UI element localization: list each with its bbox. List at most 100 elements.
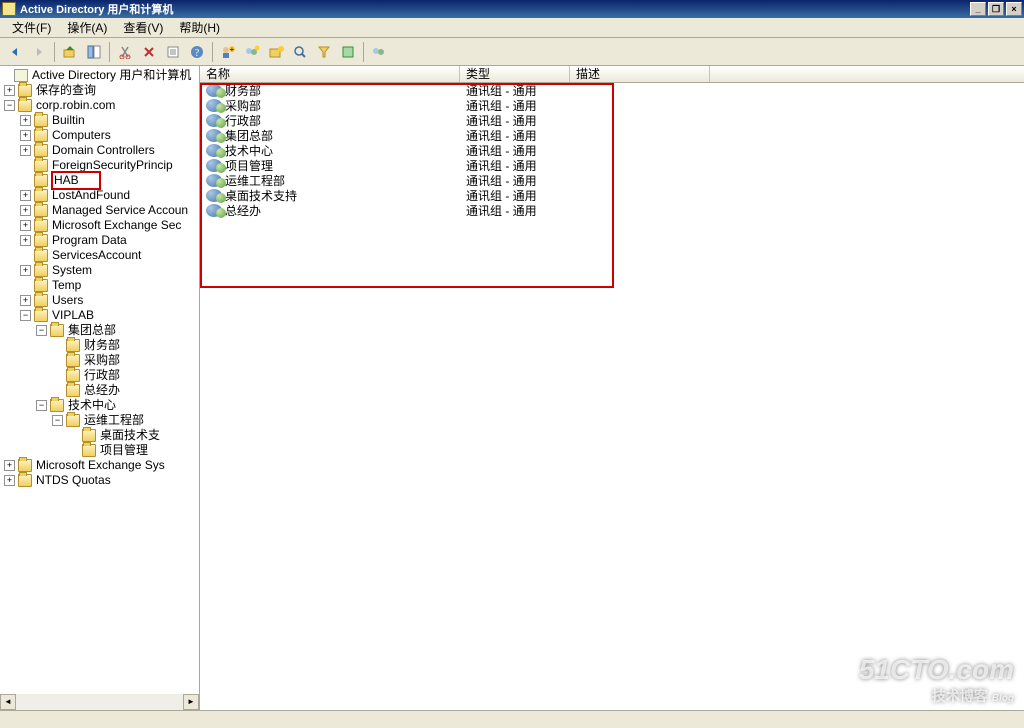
expander-icon[interactable]: − — [52, 415, 63, 426]
refresh-button[interactable] — [337, 41, 359, 63]
group-icon — [206, 84, 222, 97]
window-title: Active Directory 用户和计算机 — [20, 1, 173, 17]
tree-dept-purchase[interactable]: 采购部 — [0, 353, 199, 368]
delete-button[interactable] — [138, 41, 160, 63]
expander-icon[interactable]: + — [20, 115, 31, 126]
menu-file[interactable]: 文件(F) — [4, 17, 59, 38]
svg-text:+: + — [230, 45, 235, 54]
tree-ms-exch-sec[interactable]: +Microsoft Exchange Sec — [0, 218, 199, 233]
list-row[interactable]: 采购部通讯组 - 通用 — [200, 98, 1024, 113]
tree-system[interactable]: +System — [0, 263, 199, 278]
expander-icon[interactable]: − — [4, 100, 15, 111]
tree-managed-svc[interactable]: +Managed Service Accoun — [0, 203, 199, 218]
help-button[interactable]: ? — [186, 41, 208, 63]
expander-icon[interactable]: + — [20, 145, 31, 156]
main-area: Active Directory 用户和计算机 +保存的查询 −corp.rob… — [0, 66, 1024, 710]
folder-icon — [18, 474, 32, 487]
list-row[interactable]: 集团总部通讯组 - 通用 — [200, 128, 1024, 143]
tree-pane[interactable]: Active Directory 用户和计算机 +保存的查询 −corp.rob… — [0, 66, 200, 710]
expander-icon[interactable]: − — [36, 325, 47, 336]
expander-icon[interactable]: + — [20, 190, 31, 201]
list-row[interactable]: 桌面技术支持通讯组 - 通用 — [200, 188, 1024, 203]
expander-icon[interactable]: + — [4, 85, 15, 96]
tree-ntds-quotas[interactable]: +NTDS Quotas — [0, 473, 199, 488]
tree-dept-admin[interactable]: 行政部 — [0, 368, 199, 383]
tree-root[interactable]: Active Directory 用户和计算机 — [0, 68, 199, 83]
list-row[interactable]: 运维工程部通讯组 - 通用 — [200, 173, 1024, 188]
create-ou-button[interactable] — [265, 41, 287, 63]
tree-ms-exch-sys[interactable]: +Microsoft Exchange Sys — [0, 458, 199, 473]
tree-desktop-support[interactable]: 桌面技术支 — [0, 428, 199, 443]
tree-saved-queries[interactable]: +保存的查询 — [0, 83, 199, 98]
list-row[interactable]: 行政部通讯组 - 通用 — [200, 113, 1024, 128]
tree-dept-finance[interactable]: 财务部 — [0, 338, 199, 353]
expander-icon[interactable]: + — [20, 220, 31, 231]
list-row[interactable]: 技术中心通讯组 - 通用 — [200, 143, 1024, 158]
menu-help[interactable]: 帮助(H) — [171, 17, 228, 38]
tree-domain[interactable]: −corp.robin.com — [0, 98, 199, 113]
tree-proj-mgmt[interactable]: 项目管理 — [0, 443, 199, 458]
tree-lostandfound[interactable]: +LostAndFound — [0, 188, 199, 203]
scroll-left-button[interactable]: ◄ — [0, 694, 16, 710]
expander-icon[interactable]: + — [20, 295, 31, 306]
tree-users[interactable]: +Users — [0, 293, 199, 308]
scroll-right-button[interactable]: ► — [183, 694, 199, 710]
tree-dept-gm[interactable]: 总经办 — [0, 383, 199, 398]
list-pane[interactable]: 名称 类型 描述 财务部通讯组 - 通用采购部通讯组 - 通用行政部通讯组 - … — [200, 66, 1024, 710]
tree-hscrollbar[interactable]: ◄ ► — [0, 694, 199, 710]
list-row[interactable]: 财务部通讯组 - 通用 — [200, 83, 1024, 98]
create-user-button[interactable]: + — [217, 41, 239, 63]
add-to-group-button[interactable] — [368, 41, 390, 63]
tree-services-account[interactable]: ServicesAccount — [0, 248, 199, 263]
tree-computers[interactable]: +Computers — [0, 128, 199, 143]
filter-button[interactable] — [313, 41, 335, 63]
close-button[interactable]: × — [1006, 2, 1022, 16]
tree-ops-eng[interactable]: −运维工程部 — [0, 413, 199, 428]
tree-builtin[interactable]: +Builtin — [0, 113, 199, 128]
up-button[interactable] — [59, 41, 81, 63]
expander-icon[interactable]: + — [4, 460, 15, 471]
tree-viplab[interactable]: −VIPLAB — [0, 308, 199, 323]
folder-icon — [18, 84, 32, 97]
group-icon — [206, 129, 222, 142]
folder-icon — [34, 114, 48, 127]
tree-domain-controllers[interactable]: +Domain Controllers — [0, 143, 199, 158]
column-name[interactable]: 名称 — [200, 66, 460, 82]
folder-icon — [34, 219, 48, 232]
restore-button[interactable]: ❐ — [988, 2, 1004, 16]
expander-icon[interactable]: − — [36, 400, 47, 411]
menu-view[interactable]: 查看(V) — [115, 17, 171, 38]
properties-button[interactable] — [162, 41, 184, 63]
back-button[interactable] — [4, 41, 26, 63]
tree-temp[interactable]: Temp — [0, 278, 199, 293]
expander-icon[interactable]: + — [4, 475, 15, 486]
column-desc[interactable]: 描述 — [570, 66, 710, 82]
list-row[interactable]: 总经办通讯组 - 通用 — [200, 203, 1024, 218]
tree-hab[interactable]: HAB — [0, 173, 199, 188]
create-group-button[interactable] — [241, 41, 263, 63]
folder-icon — [66, 414, 80, 427]
expander-icon[interactable]: − — [20, 310, 31, 321]
tree-tech-center[interactable]: −技术中心 — [0, 398, 199, 413]
show-hide-tree-button[interactable] — [83, 41, 105, 63]
list-item-type: 通讯组 - 通用 — [460, 202, 710, 219]
folder-icon — [50, 399, 64, 412]
expander-icon[interactable]: + — [20, 130, 31, 141]
menu-action[interactable]: 操作(A) — [59, 17, 115, 38]
expander-icon[interactable]: + — [20, 205, 31, 216]
group-icon — [206, 114, 222, 127]
expander-icon[interactable]: + — [20, 235, 31, 246]
tree-program-data[interactable]: +Program Data — [0, 233, 199, 248]
folder-icon — [34, 129, 48, 142]
find-button[interactable] — [289, 41, 311, 63]
minimize-button[interactable]: _ — [970, 2, 986, 16]
list-row[interactable]: 项目管理通讯组 - 通用 — [200, 158, 1024, 173]
cut-button[interactable] — [114, 41, 136, 63]
column-type[interactable]: 类型 — [460, 66, 570, 82]
tree-group-hq[interactable]: −集团总部 — [0, 323, 199, 338]
expander-icon[interactable]: + — [20, 265, 31, 276]
statusbar — [0, 710, 1024, 728]
forward-button[interactable] — [28, 41, 50, 63]
svg-text:?: ? — [195, 48, 200, 59]
folder-icon — [34, 159, 48, 172]
